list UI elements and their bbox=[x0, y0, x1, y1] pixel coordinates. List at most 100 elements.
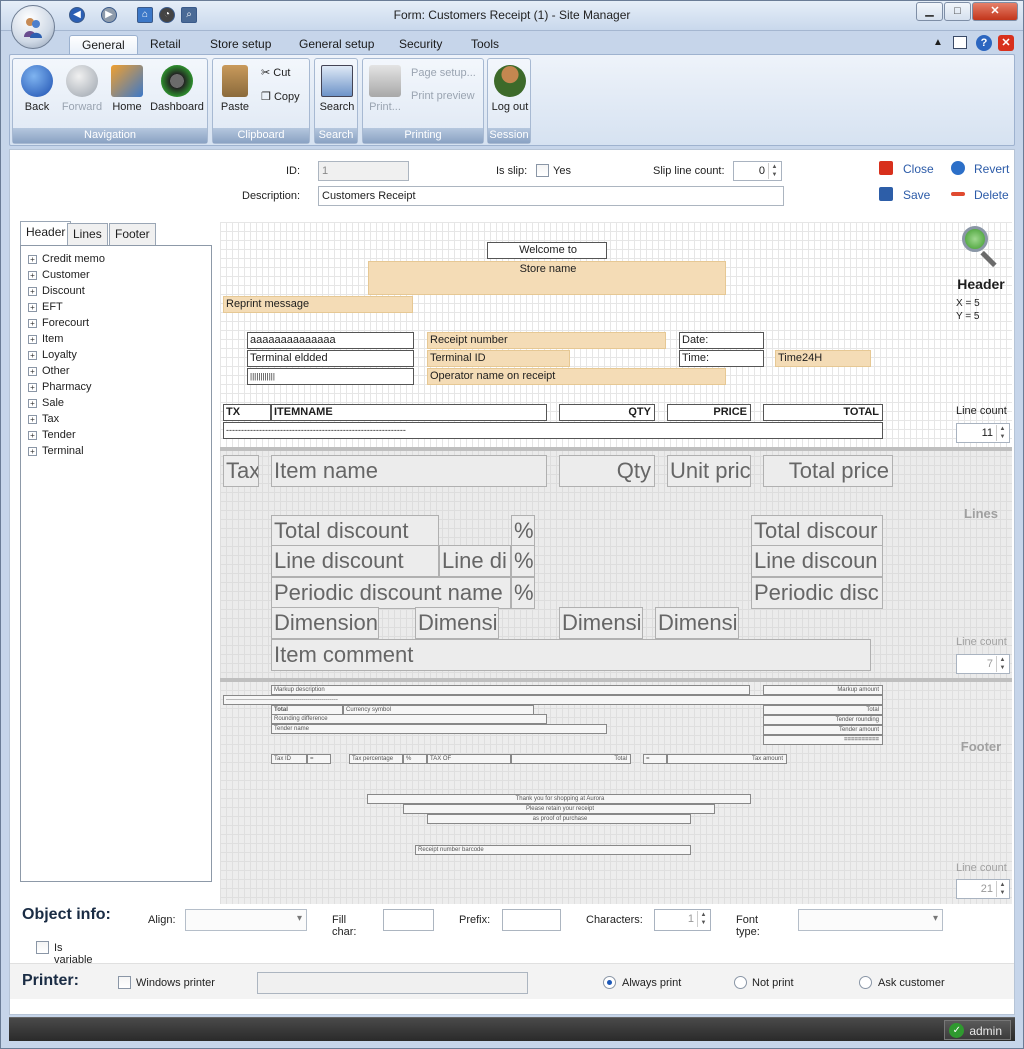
cut-button[interactable]: ✂ Cut bbox=[261, 63, 290, 83]
tab-general[interactable]: General bbox=[69, 35, 138, 55]
ask-customer-radio[interactable] bbox=[859, 976, 872, 989]
tax-amount-element[interactable]: Tax amount bbox=[667, 754, 787, 764]
periodic-discount-pct-element[interactable]: % bbox=[511, 577, 535, 609]
prefix-field[interactable] bbox=[502, 909, 561, 931]
expand-icon[interactable]: + bbox=[28, 303, 37, 312]
revert-button[interactable]: Revert bbox=[974, 162, 1009, 176]
maximize-button[interactable]: □ bbox=[944, 2, 971, 21]
terminal-id-element[interactable]: Terminal ID bbox=[427, 350, 570, 367]
expand-icon[interactable]: + bbox=[28, 255, 37, 264]
tab-tools[interactable]: Tools bbox=[459, 35, 511, 55]
characters-stepper[interactable]: 1 ▲ ▼ bbox=[654, 909, 711, 931]
is-slip-checkbox[interactable] bbox=[536, 164, 549, 177]
expand-icon[interactable]: + bbox=[28, 367, 37, 376]
expand-icon[interactable]: + bbox=[28, 271, 37, 280]
tree-item-other[interactable]: + Other bbox=[28, 363, 70, 379]
expand-icon[interactable]: + bbox=[28, 447, 37, 456]
tree-item-customer[interactable]: + Customer bbox=[28, 267, 90, 283]
current-user-indicator[interactable]: ✓ admin bbox=[944, 1020, 1011, 1040]
collapse-ribbon-icon[interactable]: ▲ bbox=[933, 37, 943, 48]
expand-icon[interactable]: + bbox=[28, 399, 37, 408]
receipt-number-element[interactable]: Receipt number bbox=[427, 332, 666, 349]
total-price-line-element[interactable]: Total price bbox=[763, 455, 893, 487]
receipt-designer-canvas[interactable]: Welcome to Store name Reprint message aa… bbox=[220, 222, 1012, 904]
retain-receipt-element[interactable]: Please retain your receipt bbox=[403, 804, 715, 814]
tax-id-element[interactable]: Tax ID bbox=[271, 754, 307, 764]
tree-item-tax[interactable]: + Tax bbox=[28, 411, 59, 427]
tender-name-element[interactable]: Tender name bbox=[271, 724, 607, 734]
tax-of-element[interactable]: TAX OF bbox=[427, 754, 511, 764]
tab-security[interactable]: Security bbox=[387, 35, 454, 55]
tax-total-element[interactable]: Total bbox=[511, 754, 631, 764]
dimension-element-2[interactable]: Dimensi bbox=[415, 607, 499, 639]
line-discount-amount-element[interactable]: Line discoun bbox=[751, 545, 883, 577]
font-type-select[interactable] bbox=[798, 909, 943, 931]
stepper-arrows-icon[interactable]: ▲ ▼ bbox=[768, 163, 780, 179]
line-di-element[interactable]: Line di bbox=[439, 545, 511, 577]
time-element[interactable]: Time: bbox=[679, 350, 764, 367]
expand-icon[interactable]: + bbox=[28, 431, 37, 440]
tree-item-item[interactable]: + Item bbox=[28, 331, 63, 347]
search-button[interactable]: Search bbox=[317, 62, 357, 128]
periodic-discount-amount-element[interactable]: Periodic disc bbox=[751, 577, 883, 609]
tax-eq2-element[interactable]: = bbox=[643, 754, 667, 764]
tree-item-loyalty[interactable]: + Loyalty bbox=[28, 347, 77, 363]
lines-section[interactable]: Tax Item name Qty Unit pric Total price … bbox=[220, 451, 1012, 678]
markup-description-element[interactable]: Markup description bbox=[271, 685, 750, 695]
footer-line-count-stepper[interactable]: 21 ▲ ▼ bbox=[956, 879, 1010, 899]
header-dash-line-element[interactable]: ----------------------------------------… bbox=[223, 422, 883, 439]
periodic-discount-name-element[interactable]: Periodic discount name bbox=[271, 577, 511, 609]
expand-icon[interactable]: + bbox=[28, 383, 37, 392]
item-name-line-element[interactable]: Item name bbox=[271, 455, 547, 487]
restore-icon[interactable] bbox=[953, 36, 967, 49]
close-window-button[interactable]: ✕ bbox=[972, 2, 1018, 21]
stepper-arrows-icon[interactable]: ▲ ▼ bbox=[996, 881, 1008, 897]
footer-section[interactable]: Markup description Markup amount -------… bbox=[220, 682, 1012, 904]
tree-item-forecourt[interactable]: + Forecourt bbox=[28, 315, 89, 331]
tax-percentage-element[interactable]: Tax percentage bbox=[349, 754, 403, 764]
save-button[interactable]: Save bbox=[903, 188, 930, 202]
aaa-element[interactable]: aaaaaaaaaaaaaa bbox=[247, 332, 414, 349]
tx-column-element[interactable]: TX bbox=[223, 404, 271, 421]
expand-icon[interactable]: + bbox=[28, 415, 37, 424]
logout-button[interactable]: Log out bbox=[488, 62, 532, 128]
tab-general-setup[interactable]: General setup bbox=[287, 35, 386, 55]
tree-item-pharmacy[interactable]: + Pharmacy bbox=[28, 379, 92, 395]
home-button[interactable]: Home bbox=[109, 62, 145, 128]
fill-char-field[interactable] bbox=[383, 909, 434, 931]
dimension-element-1[interactable]: Dimension bbox=[271, 607, 379, 639]
barcode-element[interactable]: |||||||||||| bbox=[247, 368, 414, 385]
tender-amount-element[interactable]: Tender amount bbox=[763, 725, 883, 735]
dimension-element-4[interactable]: Dimensi bbox=[655, 607, 739, 639]
tree-item-sale[interactable]: + Sale bbox=[28, 395, 64, 411]
tender-rounding-element[interactable]: Tender rounding bbox=[763, 715, 883, 725]
tab-header[interactable]: Header bbox=[20, 221, 72, 245]
equals-line-element[interactable]: ========== bbox=[763, 735, 883, 745]
rounding-difference-element[interactable]: Rounding difference bbox=[271, 714, 547, 724]
not-print-radio[interactable] bbox=[734, 976, 747, 989]
terminal-eldded-element[interactable]: Terminal eldded bbox=[247, 350, 414, 367]
application-orb[interactable] bbox=[11, 5, 55, 49]
store-name-element[interactable]: Store name bbox=[368, 261, 726, 295]
close-button[interactable]: Close bbox=[903, 162, 934, 176]
price-column-element[interactable]: PRICE bbox=[667, 404, 751, 421]
footer-dash-line-element[interactable]: ----------------------------------------… bbox=[223, 695, 883, 705]
copy-button[interactable]: ❐ Copy bbox=[261, 87, 300, 107]
tree-item-tender[interactable]: + Tender bbox=[28, 427, 76, 443]
tree-item-eft[interactable]: + EFT bbox=[28, 299, 63, 315]
itemname-column-element[interactable]: ITEMNAME bbox=[271, 404, 547, 421]
close-form-icon[interactable]: ✕ bbox=[998, 35, 1014, 51]
stepper-arrows-icon[interactable]: ▲ ▼ bbox=[996, 425, 1008, 441]
expand-icon[interactable]: + bbox=[28, 287, 37, 296]
receipt-barcode-element[interactable]: Receipt number barcode bbox=[415, 845, 691, 855]
total-discount-amount-element[interactable]: Total discour bbox=[751, 515, 883, 547]
minimize-button[interactable]: ▁ bbox=[916, 2, 943, 21]
expand-icon[interactable]: + bbox=[28, 319, 37, 328]
tax-eq-element[interactable]: = bbox=[307, 754, 331, 764]
stepper-arrows-icon[interactable]: ▲ ▼ bbox=[996, 656, 1008, 672]
footer-total-amount-element[interactable]: Total bbox=[763, 705, 883, 715]
align-select[interactable] bbox=[185, 909, 307, 931]
item-comment-element[interactable]: Item comment bbox=[271, 639, 871, 671]
tree-item-credit-memo[interactable]: + Credit memo bbox=[28, 251, 105, 267]
qty-column-element[interactable]: QTY bbox=[559, 404, 655, 421]
